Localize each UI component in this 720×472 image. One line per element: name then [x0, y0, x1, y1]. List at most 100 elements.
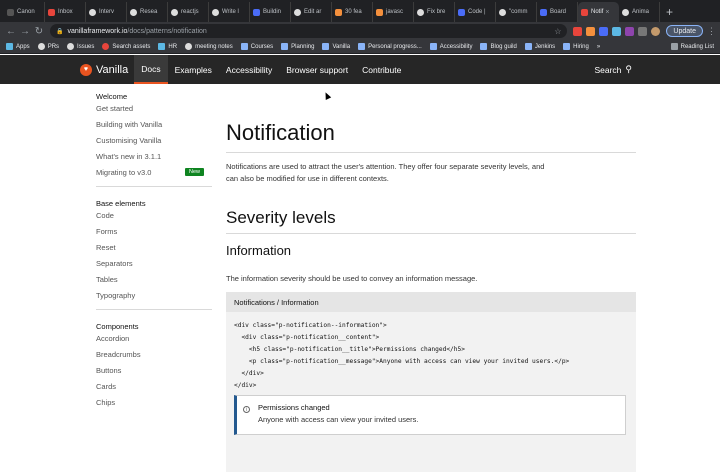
extension-icon[interactable]: [599, 26, 609, 36]
sidebar-item[interactable]: Forms: [96, 223, 212, 239]
browser-tab[interactable]: Inbox: [45, 2, 86, 22]
sidebar-item[interactable]: What's new in 3.1.1: [96, 148, 212, 164]
browser-tab[interactable]: Write l: [209, 2, 250, 22]
tab-label: Anima: [632, 9, 650, 15]
folder-icon: [429, 43, 437, 50]
search-button[interactable]: Search ⚲: [594, 64, 632, 75]
bookmark-label: Jenkins: [534, 43, 556, 50]
bookmark-item[interactable]: meeting notes: [185, 43, 233, 50]
browser-tab[interactable]: Board: [537, 2, 578, 22]
notification-title: Permissions changed: [258, 403, 330, 412]
sidebar-item[interactable]: Reset: [96, 239, 212, 255]
forward-icon[interactable]: →: [18, 26, 32, 37]
update-button[interactable]: Update: [666, 25, 703, 37]
browser-tab[interactable]: Anima: [619, 2, 660, 22]
bookmark-item[interactable]: Courses: [240, 43, 273, 50]
tab-label: Write l: [222, 9, 239, 15]
nav-link-contribute[interactable]: Contribute: [355, 55, 408, 84]
bookmark-label: Issues: [77, 43, 95, 50]
back-icon[interactable]: ←: [4, 26, 18, 37]
sidebar-item[interactable]: Accordion: [96, 330, 212, 346]
tab-label: "comm: [509, 9, 528, 15]
code-line: </div>: [234, 370, 264, 377]
bookmark-icon: [6, 43, 13, 50]
reading-list-button[interactable]: Reading List: [670, 43, 714, 50]
tab-label: Code |: [468, 9, 486, 15]
bookmark-star-icon[interactable]: ☆: [554, 27, 561, 36]
bookmark-item[interactable]: PRs: [37, 43, 60, 50]
sidebar-item[interactable]: Customising Vanilla: [96, 132, 212, 148]
sidebar-item-label: Separators: [96, 258, 133, 268]
menu-kebab-icon[interactable]: ⋮: [707, 26, 716, 37]
browser-tab[interactable]: Interv: [86, 2, 127, 22]
bookmark-icon: [37, 43, 45, 50]
sidebar-item[interactable]: Breadcrumbs: [96, 346, 212, 362]
sidebar-item-label: Customising Vanilla: [96, 135, 162, 145]
browser-tab[interactable]: Fix bre: [414, 2, 455, 22]
bookmark-item[interactable]: Apps: [6, 43, 30, 50]
reload-icon[interactable]: ↻: [32, 26, 46, 37]
bookmark-label: PRs: [47, 43, 60, 50]
bookmarks-bar: Apps PRs Issues Search assets HR meeting note…: [0, 40, 720, 54]
browser-tab[interactable]: Buildin: [250, 2, 291, 22]
browser-tab[interactable]: Canon: [4, 2, 45, 22]
close-tab-icon[interactable]: ×: [605, 9, 609, 16]
browser-tab[interactable]: Notif ×: [578, 2, 619, 22]
sidebar-item[interactable]: Buttons: [96, 362, 212, 378]
profile-avatar[interactable]: [651, 26, 661, 36]
tab-label: javasc: [386, 9, 404, 15]
browser-tab[interactable]: Edit ar: [291, 2, 332, 22]
bookmark-item[interactable]: Issues: [67, 43, 94, 50]
tab-favicon-icon: [130, 8, 137, 16]
browser-tab[interactable]: 30 fea: [332, 2, 373, 22]
bookmarks-overflow-button[interactable]: »: [597, 44, 600, 50]
sidebar-item[interactable]: Tables: [96, 271, 212, 287]
extensions-puzzle-icon[interactable]: [638, 26, 648, 36]
sidebar-item[interactable]: Chips: [96, 394, 212, 410]
bookmark-item[interactable]: Jenkins: [524, 43, 556, 50]
bookmark-item[interactable]: Planning: [281, 43, 314, 50]
bookmark-item[interactable]: Blog guild: [480, 43, 517, 50]
bookmark-icon: [102, 43, 110, 50]
bookmark-item[interactable]: Personal progress...: [358, 43, 422, 50]
nav-link-accessibility[interactable]: Accessibility: [219, 55, 279, 84]
address-bar[interactable]: 🔒 vanillaframework.io /docs/patterns/not…: [50, 24, 568, 38]
new-tab-button[interactable]: +: [660, 2, 679, 22]
bookmark-item[interactable]: Search assets: [102, 43, 150, 50]
tab-label: Interv: [99, 9, 115, 15]
sidebar-item[interactable]: Code: [96, 207, 212, 223]
tab-favicon-icon: [540, 8, 547, 16]
extension-icon[interactable]: [625, 26, 635, 36]
bookmark-item[interactable]: Accessibility: [429, 43, 473, 50]
bookmark-item[interactable]: HR: [158, 43, 177, 50]
extension-icon[interactable]: [586, 26, 596, 36]
nav-link-docs[interactable]: Docs: [134, 55, 168, 84]
docs-sidebar: Welcome Get started Building with Vanilla C…: [96, 84, 212, 410]
sidebar-item[interactable]: Typography: [96, 287, 212, 303]
bookmark-item[interactable]: Hiring: [563, 43, 589, 50]
bookmark-item[interactable]: Vanilla: [322, 43, 350, 50]
bookmark-label: Blog guild: [490, 43, 517, 50]
sidebar-item[interactable]: Migrating to v3.0 New: [96, 164, 212, 180]
extension-icon[interactable]: [612, 26, 622, 36]
browser-tab-strip: Canon Inbox Interv Resea reactjs Write l Build…: [0, 0, 720, 22]
browser-tab[interactable]: Code |: [455, 2, 496, 22]
browser-tab[interactable]: javasc: [373, 2, 414, 22]
brand-logo-link[interactable]: ♥ Vanilla: [80, 55, 128, 84]
browser-tab[interactable]: "comm: [496, 2, 537, 22]
nav-link-browser-support[interactable]: Browser support: [279, 55, 355, 84]
bookmark-label: Accessibility: [439, 43, 473, 50]
browser-tab[interactable]: reactjs: [168, 2, 209, 22]
browser-tab[interactable]: Resea: [127, 2, 168, 22]
sidebar-item-label: Chips: [96, 397, 116, 407]
sidebar-item[interactable]: Cards: [96, 378, 212, 394]
sidebar-item[interactable]: Get started: [96, 100, 212, 116]
extension-icon[interactable]: [573, 26, 583, 36]
nav-link-examples[interactable]: Examples: [168, 55, 219, 84]
tab-favicon-icon: [294, 8, 301, 16]
code-block[interactable]: <div class="p-notification--information"…: [226, 312, 636, 392]
sidebar-item[interactable]: Separators: [96, 255, 212, 271]
tab-label: 30 fea: [345, 9, 362, 15]
sidebar-item[interactable]: Building with Vanilla: [96, 116, 212, 132]
lock-icon[interactable]: 🔒: [56, 28, 63, 35]
